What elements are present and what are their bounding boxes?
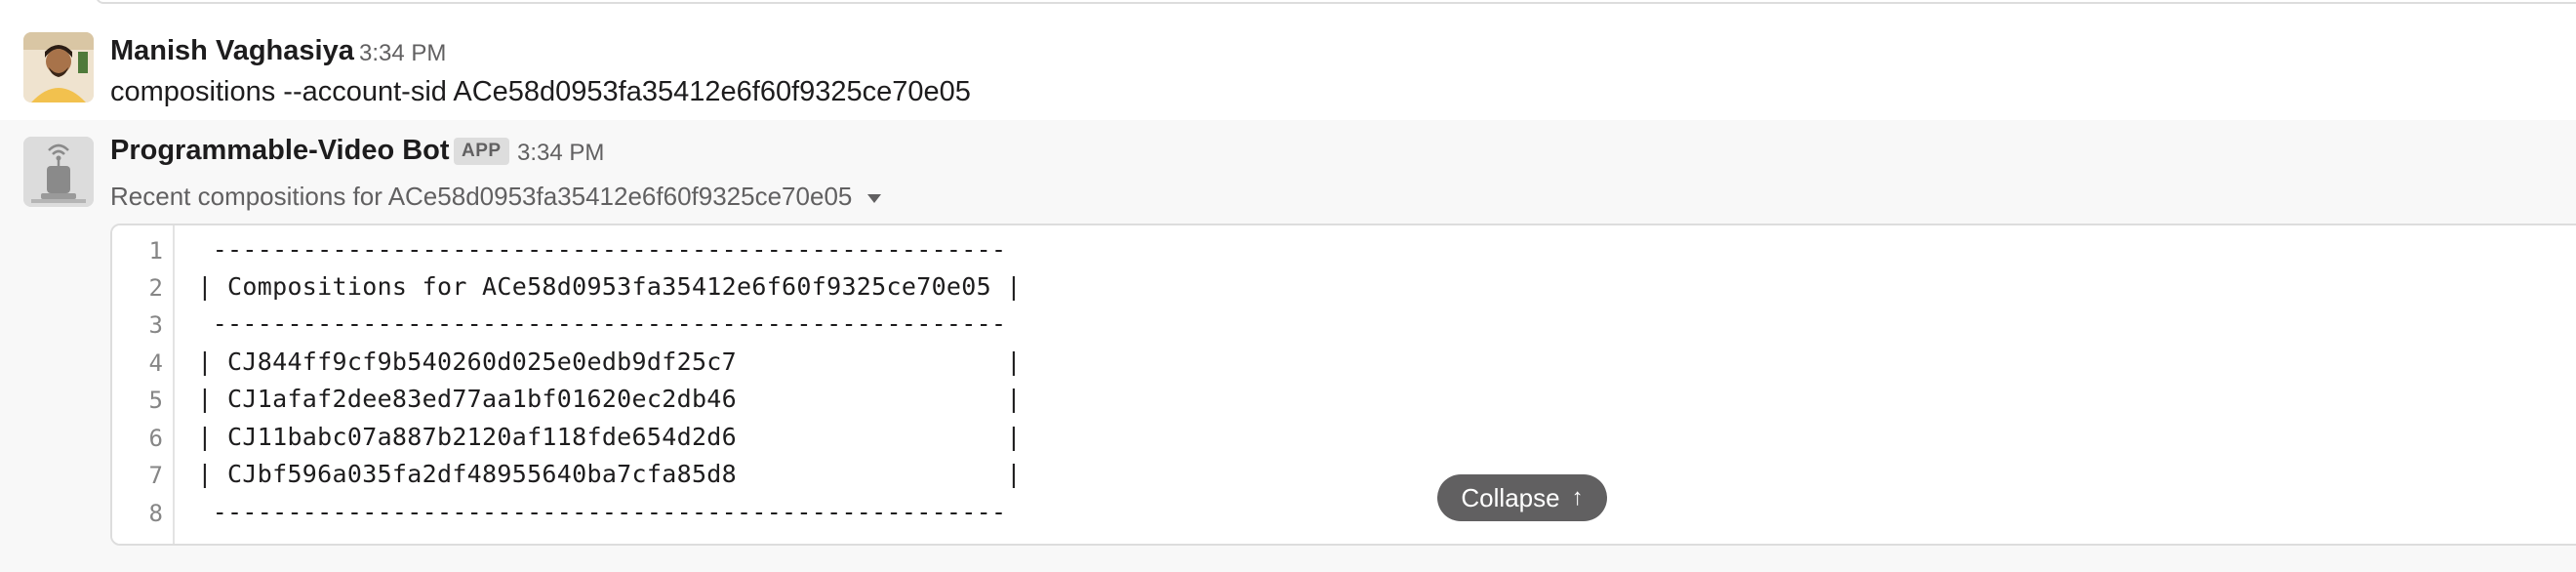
line-number: 3 [148,311,163,339]
user-avatar[interactable] [23,32,94,102]
attachment-title-text: Recent compositions for ACe58d0953fa3541… [110,182,853,211]
collapse-button[interactable]: Collapse ↑ [1437,474,1607,521]
sender-name[interactable]: Programmable-Video Bot [110,135,450,167]
code-line: | CJ11babc07a887b2120af118fde654d2d6 | [182,423,1022,451]
app-badge: APP [454,138,509,165]
code-snippet: 1 2 3 4 5 6 7 8 ------------------------… [110,224,2576,546]
bot-avatar[interactable] [23,137,94,207]
code-line: | Compositions for ACe58d0953fa35412e6f6… [182,272,1022,301]
line-number: 2 [148,274,163,302]
code-line: ----------------------------------------… [182,498,1007,526]
code-line: ----------------------------------------… [182,235,1007,264]
caret-down-icon[interactable] [867,194,882,203]
line-number: 4 [148,349,163,377]
previous-message-card [96,0,2576,4]
timestamp[interactable]: 3:34 PM [517,140,604,167]
code-line: | CJbf596a035fa2df48955640ba7cfa85d8 | [182,460,1022,488]
timestamp[interactable]: 3:34 PM [359,40,446,67]
line-number: 7 [148,462,163,489]
arrow-up-icon: ↑ [1571,484,1584,511]
code-line: ----------------------------------------… [182,309,1007,338]
line-number: 1 [148,237,163,265]
line-number: 5 [148,387,163,414]
code-line: | CJ844ff9cf9b540260d025e0edb9df25c7 | [182,347,1022,376]
message-user: Manish Vaghasiya 3:34 PM compositions --… [0,10,2576,120]
line-number: 8 [148,500,163,527]
collapse-label: Collapse [1461,482,1560,512]
line-number-gutter: 1 2 3 4 5 6 7 8 [112,225,175,544]
attachment-title[interactable]: Recent compositions for ACe58d0953fa3541… [110,182,882,212]
code-line: | CJ1afaf2dee83ed77aa1bf01620ec2db46 | [182,385,1022,413]
robot-icon [23,137,94,207]
message-text: compositions --account-sid ACe58d0953fa3… [110,76,971,107]
message-bot: Programmable-Video Bot APP 3:34 PM Recen… [0,120,2576,572]
line-number: 6 [148,425,163,452]
sender-name[interactable]: Manish Vaghasiya [110,35,354,67]
